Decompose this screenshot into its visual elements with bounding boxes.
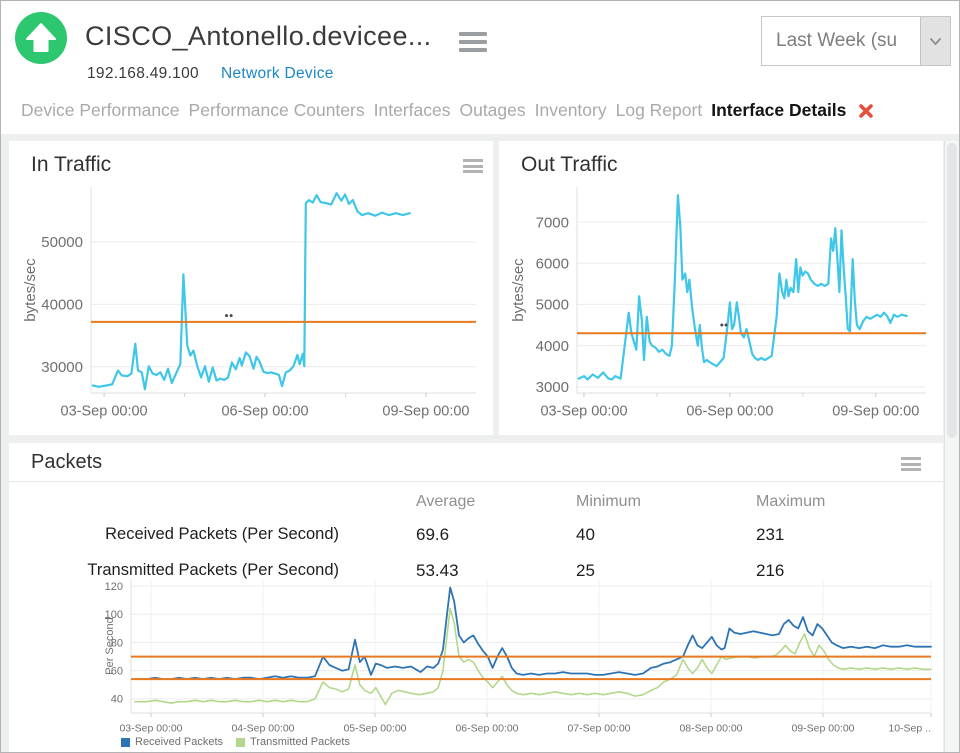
row-label-received: Received Packets (Per Second) bbox=[9, 517, 364, 553]
svg-text:09-Sep 00:00: 09-Sep 00:00 bbox=[791, 723, 854, 735]
vertical-scrollbar[interactable] bbox=[944, 141, 959, 752]
in-traffic-menu-icon[interactable] bbox=[463, 159, 483, 173]
tab-device-performance[interactable]: Device Performance bbox=[21, 100, 180, 121]
chart-legend: Received Packets Transmitted Packets bbox=[121, 736, 350, 748]
timeframe-select[interactable]: Last Week (su bbox=[761, 16, 951, 66]
received-average: 69.6 bbox=[364, 517, 524, 553]
svg-text:50000: 50000 bbox=[41, 234, 83, 251]
out-traffic-title: Out Traffic bbox=[521, 153, 617, 177]
device-menu-icon[interactable] bbox=[459, 32, 487, 52]
in-traffic-chart: 30000 40000 50000 03-Sep 00:00 06-Sep 00:00 0… bbox=[9, 181, 493, 433]
transmitted-swatch-icon bbox=[236, 738, 245, 747]
svg-text:09-Sep 00:00: 09-Sep 00:00 bbox=[832, 404, 919, 420]
divider bbox=[9, 481, 943, 482]
svg-text:Per Second: Per Second bbox=[104, 617, 116, 674]
svg-text:03-Sep 00:00: 03-Sep 00:00 bbox=[540, 404, 627, 420]
close-icon[interactable] bbox=[857, 102, 875, 120]
received-minimum: 40 bbox=[524, 517, 704, 553]
scrollbar-thumb[interactable] bbox=[947, 143, 957, 438]
svg-text:5000: 5000 bbox=[536, 297, 569, 314]
tab-outages[interactable]: Outages bbox=[459, 100, 525, 121]
svg-text:07-Sep 00:00: 07-Sep 00:00 bbox=[567, 723, 630, 735]
app-window: CISCO_Antonello.devicee... 192.168.49.10… bbox=[0, 0, 960, 753]
svg-text:4000: 4000 bbox=[536, 338, 569, 355]
device-header: CISCO_Antonello.devicee... 192.168.49.10… bbox=[1, 1, 959, 134]
svg-text:03-Sep 00:00: 03-Sep 00:00 bbox=[61, 404, 148, 420]
chevron-down-icon bbox=[920, 17, 950, 65]
tab-log-report[interactable]: Log Report bbox=[616, 100, 703, 121]
svg-text:05-Sep 00:00: 05-Sep 00:00 bbox=[343, 723, 406, 735]
device-type-link[interactable]: Network Device bbox=[221, 65, 334, 83]
legend-received-packets[interactable]: Received Packets bbox=[121, 736, 223, 748]
received-swatch-icon bbox=[121, 738, 130, 747]
packets-panel: Packets Average Minimum Maximum Received… bbox=[9, 443, 943, 752]
received-maximum: 231 bbox=[704, 517, 943, 553]
svg-text:08-Sep 00:00: 08-Sep 00:00 bbox=[679, 723, 742, 735]
svg-text:06-Sep 00:00: 06-Sep 00:00 bbox=[686, 404, 773, 420]
device-status-up-icon bbox=[15, 12, 67, 64]
tab-interface-details[interactable]: Interface Details bbox=[711, 100, 846, 121]
svg-text:7000: 7000 bbox=[536, 214, 569, 231]
col-minimum: Minimum bbox=[524, 487, 704, 517]
svg-text:04-Sep 00:00: 04-Sep 00:00 bbox=[231, 723, 294, 735]
device-ip: 192.168.49.100 bbox=[87, 65, 199, 83]
svg-text:bytes/sec: bytes/sec bbox=[510, 258, 527, 322]
in-traffic-panel: In Traffic 30000 40000 50000 03-Sep 00:00 06… bbox=[9, 141, 493, 435]
tab-inventory[interactable]: Inventory bbox=[535, 100, 607, 121]
device-tabs: Device Performance Performance Counters … bbox=[21, 100, 951, 121]
svg-text:40000: 40000 bbox=[41, 297, 83, 314]
col-average: Average bbox=[364, 487, 524, 517]
packets-title: Packets bbox=[31, 451, 102, 474]
svg-text:06-Sep 00:00: 06-Sep 00:00 bbox=[221, 404, 308, 420]
svg-text:03-Sep 00:00: 03-Sep 00:00 bbox=[119, 723, 182, 735]
svg-text:bytes/sec: bytes/sec bbox=[22, 258, 39, 322]
timeframe-value: Last Week (su bbox=[762, 17, 920, 65]
legend-transmitted-packets[interactable]: Transmitted Packets bbox=[236, 736, 350, 748]
packets-menu-icon[interactable] bbox=[901, 457, 921, 471]
tab-performance-counters[interactable]: Performance Counters bbox=[189, 100, 365, 121]
empty-header-cell bbox=[9, 487, 364, 517]
col-maximum: Maximum bbox=[704, 487, 943, 517]
svg-text:30000: 30000 bbox=[41, 359, 83, 376]
svg-text:09-Sep 00:00: 09-Sep 00:00 bbox=[382, 404, 469, 420]
device-title: CISCO_Antonello.devicee... bbox=[85, 21, 432, 52]
tab-interfaces[interactable]: Interfaces bbox=[374, 100, 451, 121]
svg-text:10-Sep ..: 10-Sep .. bbox=[888, 723, 931, 735]
out-traffic-panel: Out Traffic 3000 4000 5000 6000 7000 03-Sep 0… bbox=[499, 141, 943, 435]
in-traffic-title: In Traffic bbox=[31, 153, 111, 177]
svg-text:6000: 6000 bbox=[536, 255, 569, 272]
svg-text:3000: 3000 bbox=[536, 379, 569, 396]
svg-text:06-Sep 00:00: 06-Sep 00:00 bbox=[455, 723, 518, 735]
out-traffic-chart: 3000 4000 5000 6000 7000 03-Sep 00:00 06-Sep 0… bbox=[499, 181, 943, 433]
svg-text:40: 40 bbox=[111, 694, 123, 706]
svg-text:120: 120 bbox=[105, 581, 123, 593]
packets-chart: 40608010012003-Sep 00:0004-Sep 00:0005-S… bbox=[9, 571, 943, 749]
